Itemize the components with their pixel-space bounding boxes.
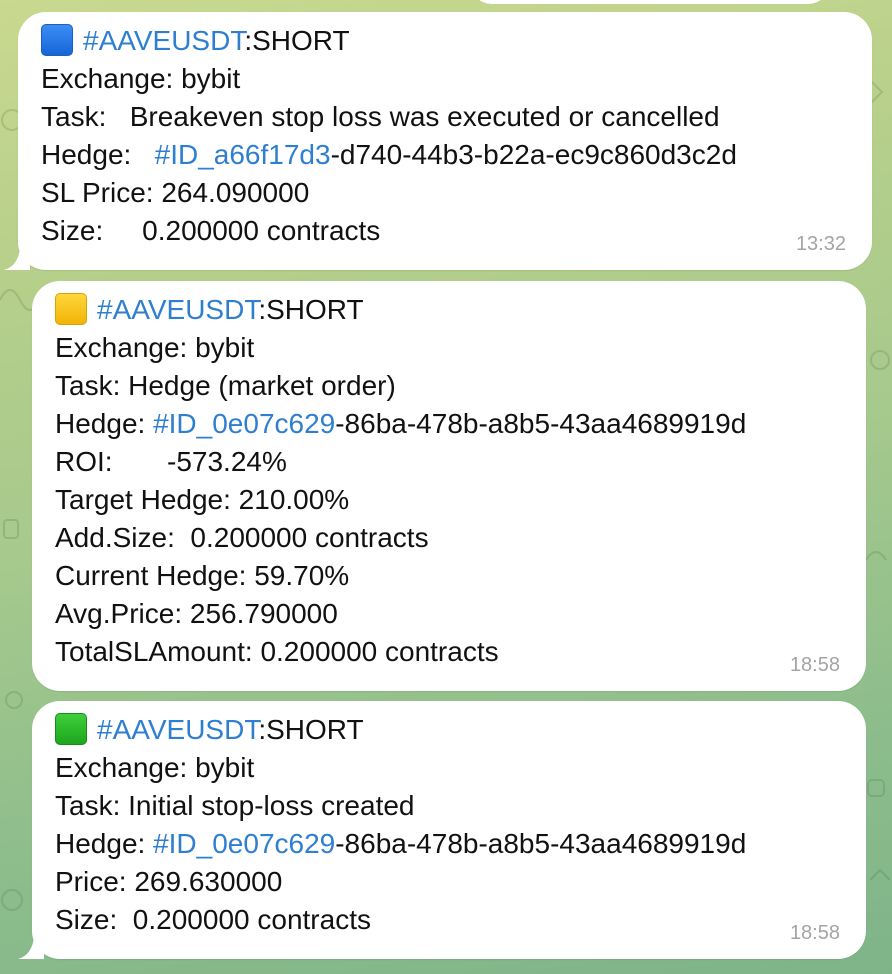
hedge-id-link[interactable]: #ID_0e07c629 — [153, 828, 335, 859]
hashtag-link[interactable]: #AAVEUSDT — [83, 25, 244, 56]
hashtag-link[interactable]: #AAVEUSDT — [97, 714, 258, 745]
yellow-square-icon — [55, 293, 87, 325]
message-timestamp: 18:58 — [789, 654, 840, 676]
message-header: #AAVEUSDT:SHORT — [55, 291, 846, 329]
message-timestamp: 18:58 — [789, 922, 840, 944]
position-side: :SHORT — [244, 25, 350, 56]
message-bubble[interactable]: #AAVEUSDT:SHORT Exchange: bybit Task: He… — [32, 281, 866, 691]
previous-message-bubble-edge — [470, 0, 830, 4]
add-size-line: Add.Size: 0.200000 contracts — [55, 522, 429, 553]
hedge-label: Hedge: — [55, 408, 154, 439]
size-line: Size: 0.200000 contracts — [55, 904, 371, 935]
task-line: Task: Hedge (market order) — [55, 370, 396, 401]
hedge-id-rest: -86ba-478b-a8b5-43aa4689919d — [335, 828, 747, 859]
exchange-line: Exchange: bybit — [55, 752, 255, 783]
hedge-label: Hedge: — [55, 828, 154, 859]
target-hedge-line: Target Hedge: 210.00% — [55, 484, 350, 515]
current-hedge-line: Current Hedge: 59.70% — [55, 560, 350, 591]
exchange-line: Exchange: bybit — [41, 63, 241, 94]
hedge-id-rest: -d740-44b3-b22a-ec9c860d3c2d — [330, 139, 737, 170]
price-line: Price: 269.630000 — [55, 866, 283, 897]
hedge-id-link[interactable]: #ID_a66f17d3 — [155, 139, 331, 170]
hashtag-link[interactable]: #AAVEUSDT — [97, 294, 258, 325]
hedge-id-rest: -86ba-478b-a8b5-43aa4689919d — [335, 408, 747, 439]
size-line: Size: 0.200000 contracts — [41, 215, 381, 246]
task-line: Task: Initial stop-loss created — [55, 790, 415, 821]
hedge-label: Hedge: — [41, 139, 155, 170]
bubble-tail — [18, 937, 44, 959]
hedge-line: Hedge: #ID_a66f17d3-d740-44b3-b22a-ec9c8… — [41, 136, 852, 174]
message-bubble[interactable]: #AAVEUSDT:SHORT Exchange: bybit Task: In… — [18, 701, 866, 959]
avg-price-line: Avg.Price: 256.790000 — [55, 598, 338, 629]
position-side: :SHORT — [258, 294, 364, 325]
total-sl-amount-line: TotalSLAmount: 0.200000 contracts — [55, 636, 499, 667]
message-timestamp: 13:32 — [795, 233, 846, 255]
hedge-line: Hedge: #ID_0e07c629-86ba-478b-a8b5-43aa4… — [55, 405, 846, 443]
blue-square-icon — [41, 24, 73, 56]
roi-line: ROI: -573.24% — [55, 446, 287, 477]
message-header: #AAVEUSDT:SHORT — [41, 22, 852, 60]
message-bubble[interactable]: #AAVEUSDT:SHORT Exchange: bybit Task: Br… — [4, 12, 872, 270]
sl-price-line: SL Price: 264.090000 — [41, 177, 310, 208]
green-square-icon — [55, 713, 87, 745]
task-line: Task: Breakeven stop loss was executed o… — [41, 101, 720, 132]
message-header: #AAVEUSDT:SHORT — [55, 711, 846, 749]
bubble-tail — [4, 248, 30, 270]
hedge-id-link[interactable]: #ID_0e07c629 — [153, 408, 335, 439]
position-side: :SHORT — [258, 714, 364, 745]
hedge-line: Hedge: #ID_0e07c629-86ba-478b-a8b5-43aa4… — [55, 825, 846, 863]
exchange-line: Exchange: bybit — [55, 332, 255, 363]
